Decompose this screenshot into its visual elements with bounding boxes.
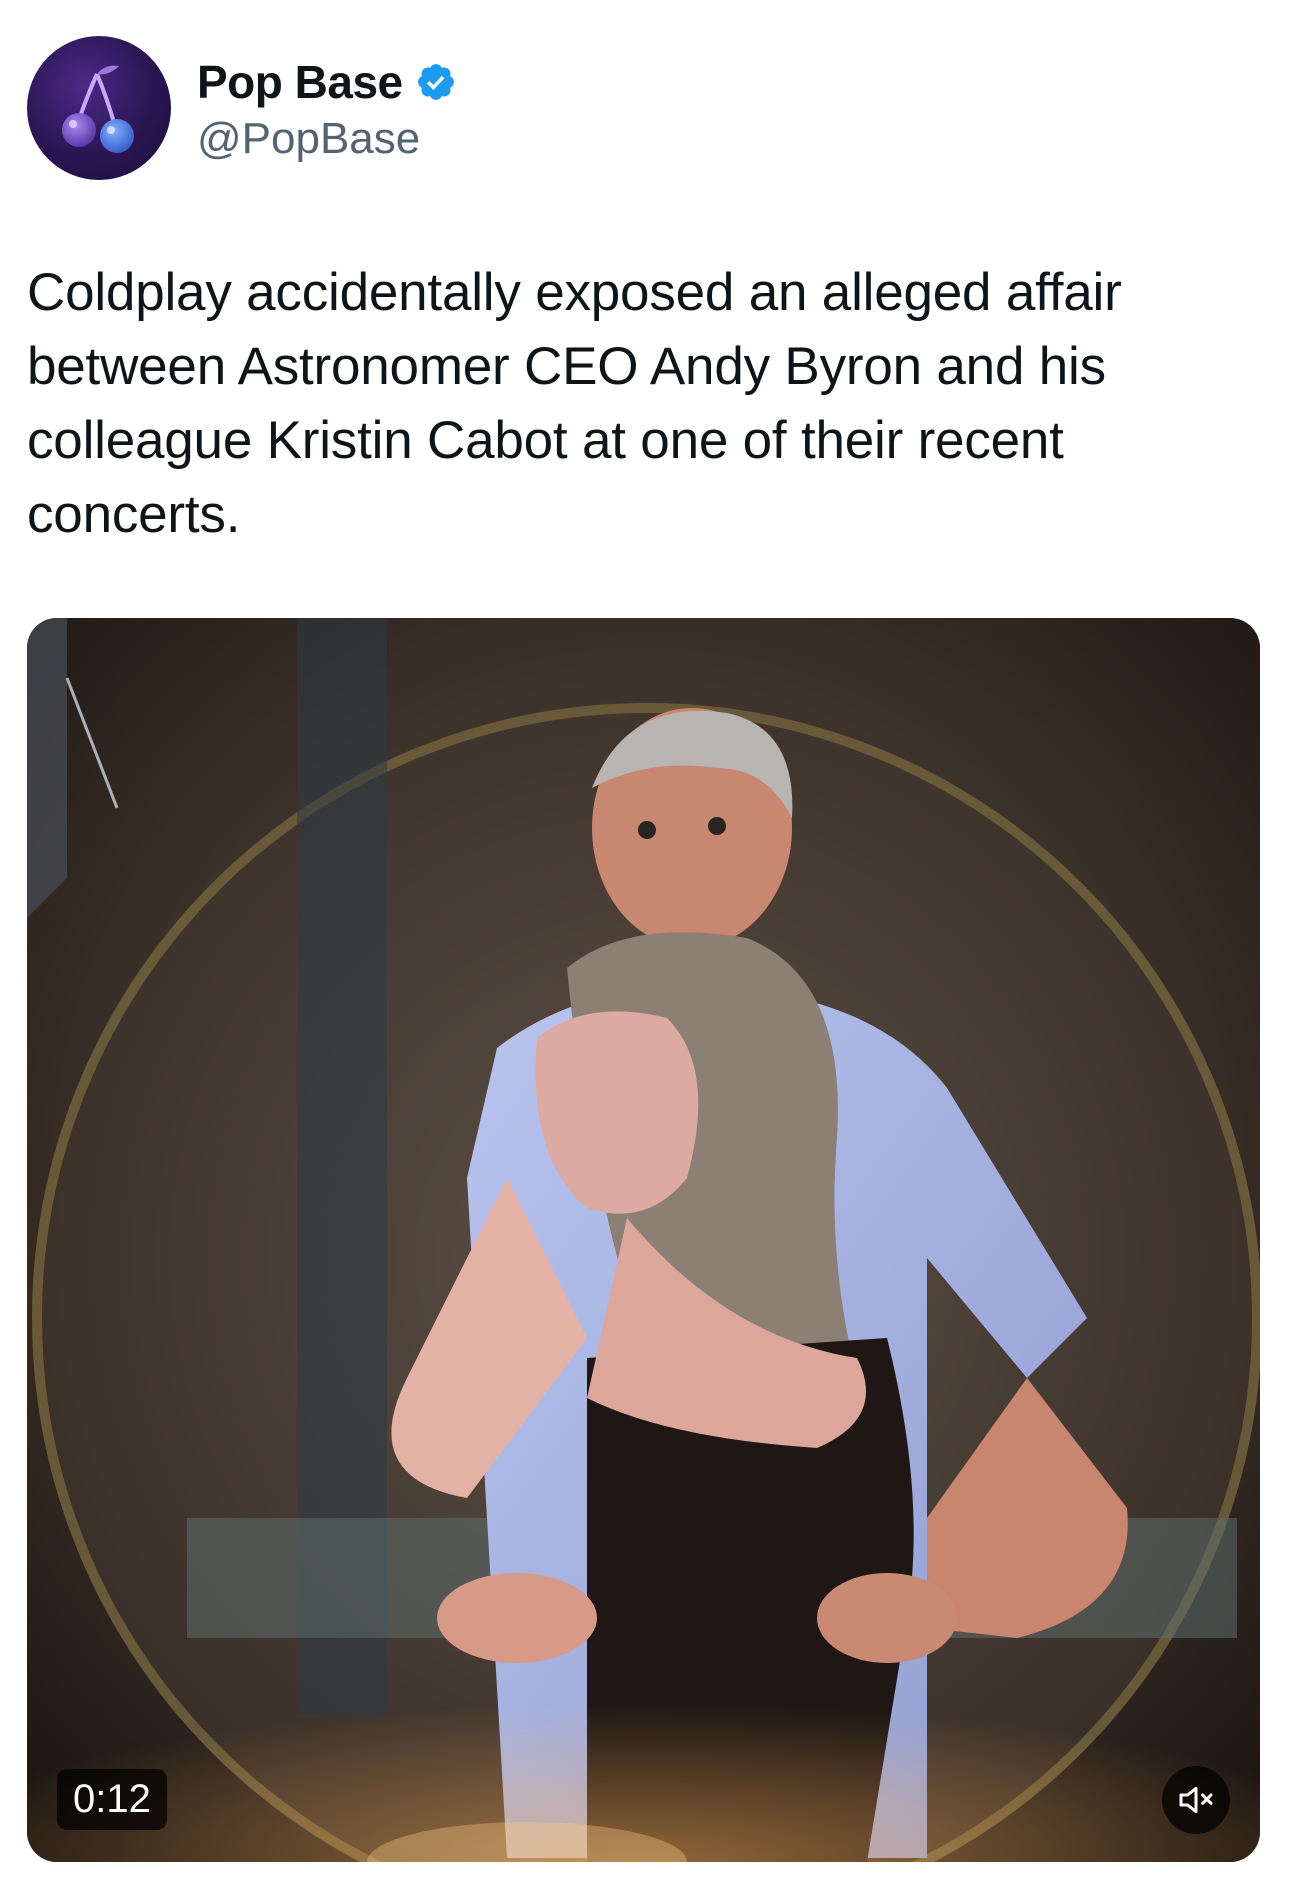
cherries-icon xyxy=(62,65,134,153)
verified-badge-icon xyxy=(417,64,454,100)
avatar[interactable] xyxy=(27,36,171,180)
speaker-muted-icon xyxy=(1179,1786,1213,1814)
tweet-text: Coldplay accidentally exposed an alleged… xyxy=(27,263,1122,544)
author-names: Pop Base @PopBase xyxy=(197,52,457,164)
video-thumbnail xyxy=(27,618,1260,1862)
display-name-row: Pop Base xyxy=(197,52,457,112)
video-player[interactable]: 0:12 xyxy=(27,618,1260,1862)
display-name[interactable]: Pop Base xyxy=(197,55,403,109)
video-duration: 0:12 xyxy=(57,1769,167,1830)
handle[interactable]: @PopBase xyxy=(197,114,457,164)
tweet-header: Pop Base @PopBase xyxy=(27,36,457,180)
mute-button[interactable] xyxy=(1162,1766,1230,1834)
